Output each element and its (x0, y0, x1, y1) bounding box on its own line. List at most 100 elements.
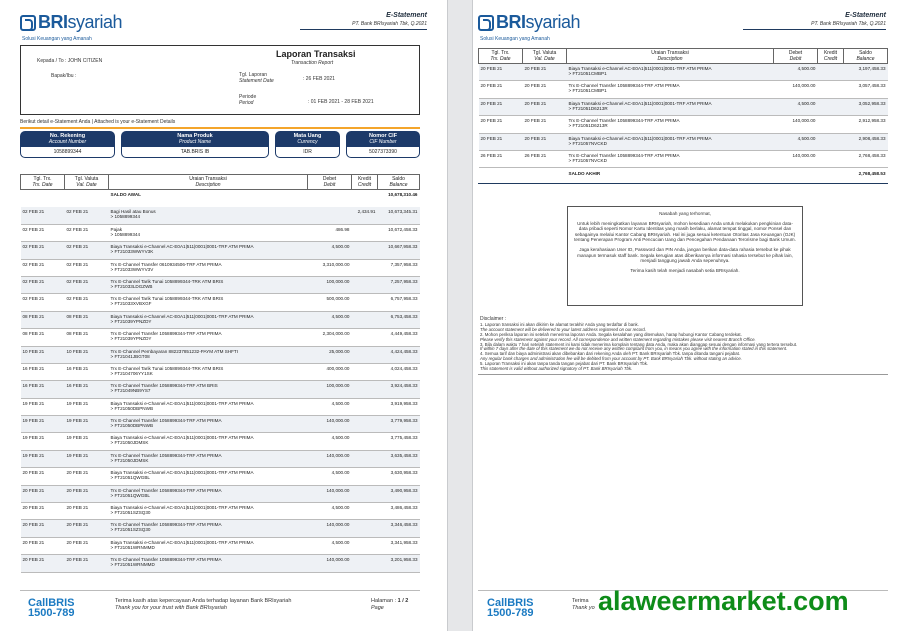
debit-amount: 4,500.00 (307, 398, 352, 417)
col-balance: Saldo Balance (843, 48, 888, 64)
opening-balance-label: SALDO AWAL (110, 192, 141, 197)
reference-line: > FT21051SZSQ30 (110, 510, 151, 516)
callbris-logo-p2: CallBRIS 1500-789 (487, 597, 534, 619)
description: Trx E-Channel Transfer 1058899344-TRF AT… (566, 80, 774, 99)
reference-line: > FT21041JBGT08 (110, 353, 150, 359)
description: Trx E-Channel Transfer 1058899344-TRF AT… (566, 150, 774, 169)
customer-report-box: Kepada / To : JOHN CITIZEN Bapak/Ibu : L… (20, 45, 420, 115)
col-debit: Debet Debit (307, 174, 352, 190)
balance-amount: 7,357,958.33 (377, 259, 420, 277)
footer-thanks: Terima kasih atas kepercayaan Anda terha… (115, 598, 292, 611)
description: Trx E-Channel Transfer 1058899344-TRF AT… (108, 485, 308, 504)
credit-amount: 2,434.91 (351, 206, 378, 225)
debit-amount: 25,000.00 (307, 346, 352, 364)
orange-rule (20, 127, 420, 129)
table-row: 19 FEB 21 19 FEB 21 Biaya Transaksi e-Chan… (20, 432, 420, 451)
description: Trx E-Channel Pembayaran 882237851232-PA… (108, 346, 308, 364)
watermark-text: alaweermarket.com (598, 586, 849, 616)
val-date: 20 FEB 21 (64, 502, 109, 521)
val-date: 10 FEB 21 (64, 346, 109, 364)
opening-balance-row: SALDO AWAL 10,678,310.46 (21, 190, 420, 207)
val-date: 02 FEB 21 (64, 276, 109, 295)
description: Biaya Transaksi e-Channel AC-E0A1|511|00… (108, 311, 308, 330)
table-row: 02 FEB 21 02 FEB 21 Trx E-Channel Tarik Tu… (20, 293, 420, 312)
balance-amount: 3,630,958.33 (377, 467, 420, 486)
balance-amount: 10,673,345.31 (377, 206, 420, 225)
description: Biaya Transaksi e-Channel AC-E0A1|511|00… (108, 432, 308, 451)
table-row: 02 FEB 21 02 FEB 21 Bagi Hasil atau Bonus >… (20, 206, 420, 225)
credit-amount (351, 398, 378, 417)
reference-line: > FT21033XVBXGF (110, 301, 152, 307)
table-row: 16 FEB 21 16 FEB 21 Trx E-Channel Tarik Tu… (20, 363, 420, 382)
table-row: 20 FEB 21 20 FEB 21 Trx E-Channel Transfer… (478, 115, 888, 134)
debit-amount: 4,500.00 (773, 98, 818, 117)
table-row: 19 FEB 21 19 FEB 21 Trx E-Channel Transfer… (20, 415, 420, 434)
val-date: 20 FEB 21 (64, 537, 109, 556)
val-date: 02 FEB 21 (64, 224, 109, 243)
debit-amount: 4,500.00 (773, 63, 818, 82)
statement-intro: Berikut detail e-Statement Anda | Attach… (20, 119, 176, 125)
debit-amount: 4,500.00 (307, 467, 352, 486)
table-row: 19 FEB 21 19 FEB 21 Biaya Transaksi e-Chan… (20, 398, 420, 417)
description: Biaya Transaksi e-Channel AC-E0A1|511|00… (108, 502, 308, 521)
col-description: Uraian Transaksi Description (566, 48, 774, 64)
description: Trx E-Channel Transfer 1058899344-TRF AT… (108, 450, 308, 469)
reference-line: > FT21057NVCKD (568, 140, 607, 146)
balance-amount: 6,753,458.33 (377, 311, 420, 330)
statement-date-value: : 26 FEB 2021 (303, 76, 335, 82)
table-row: 26 FEB 21 26 FEB 21 Trx E-Channel Transfer… (478, 150, 888, 169)
table-row: 02 FEB 21 02 FEB 21 Trx E-Channel Tarik Tu… (20, 276, 420, 295)
val-date: 02 FEB 21 (64, 206, 109, 225)
table-row: 02 FEB 21 02 FEB 21 Biaya Transaksi e-Chan… (20, 241, 420, 260)
debit-amount: 100,000.00 (307, 380, 352, 399)
description: Trx E-Channel Tarik Tunai 1058899344-TRK… (108, 363, 308, 382)
header-title-p2: E-Statement (845, 12, 886, 19)
balance-amount: 3,779,958.33 (377, 415, 420, 434)
debit-amount: 4,500.00 (773, 133, 818, 151)
table-row: 08 FEB 21 08 FEB 21 Biaya Transaksi e-Chan… (20, 311, 420, 330)
col-val-date: Tgl. Valuta Val. Date (64, 174, 109, 190)
report-subtitle: Transaction Report (291, 60, 334, 66)
description: Trx E-Channel Tarik Tunai 1058899344-TRK… (108, 276, 308, 295)
description: Biaya Transaksi e-Channel AC-E0A1|511|00… (108, 467, 308, 486)
credit-amount (817, 63, 844, 82)
product-name-value: TAB.BRIS IB (121, 147, 269, 158)
trx-date: 26 FEB 21 (478, 150, 523, 169)
val-date: 16 FEB 21 (64, 380, 109, 399)
balance-amount: 3,490,958.33 (377, 485, 420, 504)
col-trx-date: Tgl. Trx. Trx. Date (478, 48, 523, 64)
debit-amount: 2,304,000.00 (307, 328, 352, 347)
footer-rule (20, 590, 420, 591)
description: Trx E-Channel Transfer 1058899344-TRF AT… (108, 554, 308, 573)
header-title: E-Statement (386, 12, 427, 19)
table-row: 20 FEB 21 20 FEB 21 Biaya Transaksi e-Chan… (478, 98, 888, 117)
val-date: 20 FEB 21 (64, 519, 109, 538)
reference-line: > FT21057NVCKD (568, 157, 607, 163)
val-date: 20 FEB 21 (522, 133, 567, 151)
reference-line: > FT21050JDMSK (110, 457, 149, 463)
table-row: 10 FEB 21 10 FEB 21 Trx E-Channel Pembayar… (20, 346, 420, 364)
currency-header: Mata Uang Currency (275, 131, 340, 147)
debit-amount: 4,500.00 (307, 537, 352, 556)
balance-amount: 4,449,458.33 (377, 328, 420, 347)
description: Trx E-Channel Transfer 1058899344-TRF AT… (108, 519, 308, 538)
header-rule-p2 (743, 29, 886, 30)
credit-amount (351, 363, 378, 382)
table-row: 20 FEB 21 20 FEB 21 Biaya Transaksi e-Chan… (20, 502, 420, 521)
trx-date: 08 FEB 21 (20, 328, 65, 347)
credit-amount (351, 293, 378, 312)
period-value: : 01 FEB 2021 - 28 FEB 2021 (308, 99, 374, 105)
trx-date: 08 FEB 21 (20, 311, 65, 330)
account-number-value: 1058899344 (20, 147, 115, 158)
credit-amount (351, 519, 378, 538)
tagline-p2: Solusi Keuangan yang Amanah (480, 36, 550, 42)
description: Pajak > 1058899344 (108, 224, 308, 243)
val-date: 20 FEB 21 (64, 554, 109, 573)
cif-header: Nomor CIF CIF Number (346, 131, 420, 147)
col-trx-date: Tgl. Trx. Trx. Date (20, 174, 65, 190)
statement-page-1: BRIsyariah Solusi Keuangan yang Amanah E… (0, 0, 447, 631)
credit-amount (351, 485, 378, 504)
credit-amount (351, 432, 378, 451)
credit-amount (351, 450, 378, 469)
reference-line: > FT21033WWYV3V (110, 266, 154, 272)
